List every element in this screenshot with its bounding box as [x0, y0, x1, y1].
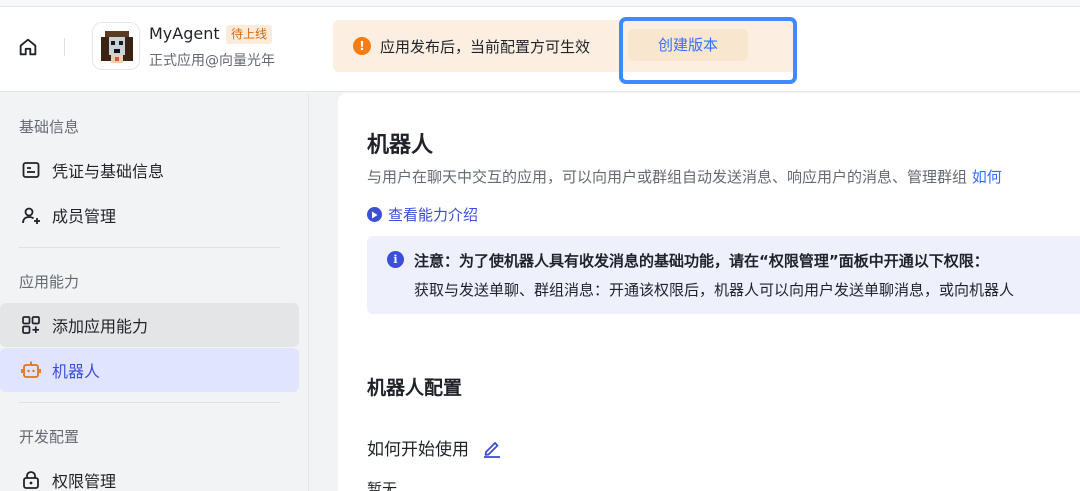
- warning-icon: !: [353, 37, 371, 55]
- subsection-title: 如何开始使用: [367, 435, 503, 460]
- section-title: 机器人配置: [367, 377, 463, 399]
- page-title: 机器人: [367, 133, 434, 158]
- sidebar-item-permissions[interactable]: 权限管理: [0, 458, 299, 491]
- sidebar-divider: [19, 402, 280, 403]
- status-badge: 待上线: [226, 25, 273, 44]
- description-text: 与用户在聊天中交互的应用，可以向用户或群组自动发送消息、响应用户的消息、管理群组: [367, 168, 968, 186]
- publish-notice: ! 应用发布后，当前配置方可生效 创建版本: [333, 20, 796, 72]
- info-line-1: 注意：为了使机器人具有收发消息的基础功能，请在“权限管理”面板中开通以下权限：: [414, 252, 989, 270]
- add-app-icon: [20, 314, 42, 336]
- info-icon: i: [387, 251, 404, 268]
- create-version-button[interactable]: 创建版本: [628, 29, 748, 61]
- home-button[interactable]: [14, 33, 42, 61]
- how-to-link[interactable]: 如何: [972, 168, 1002, 186]
- empty-state-text: 暂无: [367, 480, 398, 491]
- view-intro-link[interactable]: 查看能力介绍: [367, 204, 478, 225]
- sidebar-item-members[interactable]: 成员管理: [0, 193, 299, 237]
- sidebar-item-add-capability[interactable]: 添加应用能力: [0, 303, 299, 347]
- edit-button[interactable]: [481, 437, 503, 459]
- sidebar-group-capabilities: 应用能力: [19, 273, 80, 291]
- play-icon: [367, 207, 382, 222]
- home-icon: [19, 38, 37, 56]
- sidebar-item-label: 权限管理: [52, 472, 117, 491]
- main-card: 机器人 与用户在聊天中交互的应用，可以向用户或群组自动发送消息、响应用户的消息、…: [338, 93, 1080, 491]
- app-subtitle: 正式应用@向量光年: [149, 53, 275, 69]
- sidebar: 基础信息 凭证与基础信息 成员管理 应用能力 添加应用能力 机器人 开发配置 权…: [0, 93, 309, 491]
- sidebar-group-dev: 开发配置: [19, 428, 80, 446]
- subsection-label: 如何开始使用: [367, 440, 469, 460]
- sidebar-group-basic: 基础信息: [19, 118, 80, 136]
- sidebar-item-label: 凭证与基础信息: [52, 162, 165, 181]
- sidebar-divider: [19, 247, 280, 248]
- sidebar-item-robot[interactable]: 机器人: [0, 348, 299, 392]
- app-avatar: [92, 22, 140, 70]
- notice-text: 应用发布后，当前配置方可生效: [380, 38, 591, 56]
- permission-info-box: i 注意：为了使机器人具有收发消息的基础功能，请在“权限管理”面板中开通以下权限…: [367, 236, 1080, 314]
- credential-icon: [20, 159, 42, 181]
- lock-icon: [20, 469, 42, 491]
- app-name: MyAgent: [149, 24, 220, 43]
- view-intro-label: 查看能力介绍: [388, 206, 479, 224]
- top-header: MyAgent 待上线 正式应用@向量光年 ! 应用发布后，当前配置方可生效 创…: [0, 0, 1080, 92]
- sidebar-item-label: 成员管理: [52, 207, 117, 226]
- robot-icon: [20, 359, 42, 381]
- header-divider: [64, 38, 65, 56]
- sidebar-item-label: 添加应用能力: [52, 317, 149, 336]
- info-line-2: 获取与发送单聊、群组消息：开通该权限后，机器人可以向用户发送单聊消息，或向机器人: [414, 281, 1015, 299]
- add-member-icon: [20, 204, 42, 226]
- sidebar-item-credentials[interactable]: 凭证与基础信息: [0, 148, 299, 192]
- pencil-icon: [484, 441, 500, 458]
- page-description: 与用户在聊天中交互的应用，可以向用户或群组自动发送消息、响应用户的消息、管理群组…: [367, 166, 1002, 187]
- browser-edge: [0, 0, 1080, 7]
- sidebar-item-label: 机器人: [52, 362, 101, 381]
